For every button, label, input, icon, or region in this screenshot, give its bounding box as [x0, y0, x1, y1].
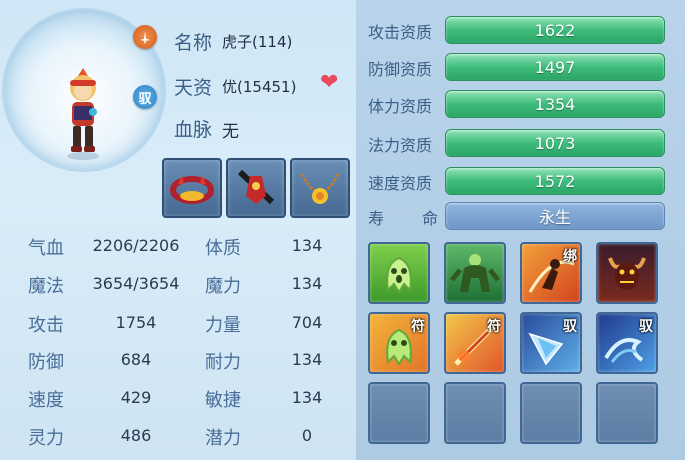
heart-icon[interactable]: ❤	[320, 70, 338, 95]
attr-value: 134	[291, 388, 323, 407]
skill-tag: 符	[487, 319, 501, 335]
skill-slot[interactable]	[444, 242, 506, 304]
lifespan-label-a: 寿	[368, 209, 385, 228]
collar-equip-slot[interactable]	[162, 158, 222, 218]
sword-badge-icon[interactable]	[133, 25, 157, 49]
skill-slot[interactable]	[368, 242, 430, 304]
stat-value: 1754	[115, 313, 157, 332]
skill-slot[interactable]	[596, 242, 658, 304]
empty-skill-slot[interactable]	[368, 382, 430, 444]
empty-skill-slot[interactable]	[520, 382, 582, 444]
skill-slot[interactable]: 符	[368, 312, 430, 374]
skill-slot[interactable]: 绑	[520, 242, 582, 304]
name-label: 名称	[174, 32, 213, 54]
skill-slot[interactable]: 驭	[596, 312, 658, 374]
skill-tag: 绑	[563, 249, 577, 265]
attr-label: 体质	[205, 238, 241, 259]
aptitude-row-label: 速度资质	[368, 174, 433, 193]
skill-slot[interactable]: 符	[444, 312, 506, 374]
bloodline-value: 无	[222, 122, 239, 142]
armor-icon	[237, 169, 275, 205]
stat-value: 3654/3654	[92, 274, 180, 293]
skill-tag: 驭	[563, 319, 577, 335]
skill-tag: 驭	[639, 319, 653, 335]
attr-label: 潜力	[205, 428, 241, 449]
collar-icon	[170, 176, 214, 204]
aptitude-bar: 1572	[445, 167, 665, 195]
attr-label: 敏捷	[205, 390, 241, 411]
demon-icon	[608, 257, 646, 290]
aptitude-label: 天资	[174, 77, 213, 99]
attr-label: 耐力	[205, 352, 241, 373]
giant-icon	[450, 254, 500, 292]
armor-equip-slot[interactable]	[226, 158, 286, 218]
stat-label: 气血	[28, 238, 64, 259]
attr-value: 134	[291, 350, 323, 369]
name-value: 虎子(114)	[222, 33, 293, 51]
aptitude-row-label: 防御资质	[368, 60, 433, 79]
aptitude-bar: 1622	[445, 16, 665, 44]
empty-skill-slot[interactable]	[444, 382, 506, 444]
attr-value: 0	[301, 426, 313, 445]
aptitude-bar: 1073	[445, 129, 665, 157]
skill-slot[interactable]: 驭	[520, 312, 582, 374]
necklace-equip-slot[interactable]	[290, 158, 350, 218]
ghost-icon	[386, 256, 412, 294]
attr-label: 力量	[205, 315, 241, 336]
aptitude-row-label: 体力资质	[368, 97, 433, 116]
necklace-icon	[300, 173, 340, 204]
stat-label: 速度	[28, 390, 64, 411]
lifespan-label-b: 命	[422, 209, 439, 228]
bloodline-label: 血脉	[174, 119, 213, 141]
aptitude-row-label: 攻击资质	[368, 23, 433, 42]
stat-label: 攻击	[28, 315, 64, 336]
pet-sprite	[67, 68, 99, 160]
aptitude-value: 优(15451)	[222, 78, 297, 96]
attr-label: 魔力	[205, 276, 241, 297]
stat-label: 魔法	[28, 276, 64, 297]
stat-label: 防御	[28, 352, 64, 373]
stat-value: 684	[120, 350, 152, 369]
attr-value: 704	[291, 313, 323, 332]
stat-value: 486	[120, 426, 152, 445]
attr-value: 134	[291, 236, 323, 255]
ride-badge: 驭	[133, 85, 157, 109]
lifespan-bar: 永生	[445, 202, 665, 230]
aptitude-bar: 1354	[445, 90, 665, 118]
aptitude-row-label: 法力资质	[368, 136, 433, 155]
stat-value: 2206/2206	[92, 236, 180, 255]
skill-tag: 符	[411, 319, 425, 335]
empty-skill-slot[interactable]	[596, 382, 658, 444]
stat-label: 灵力	[28, 428, 64, 449]
aptitude-bar: 1497	[445, 53, 665, 81]
attr-value: 134	[291, 274, 323, 293]
stat-value: 429	[120, 388, 152, 407]
